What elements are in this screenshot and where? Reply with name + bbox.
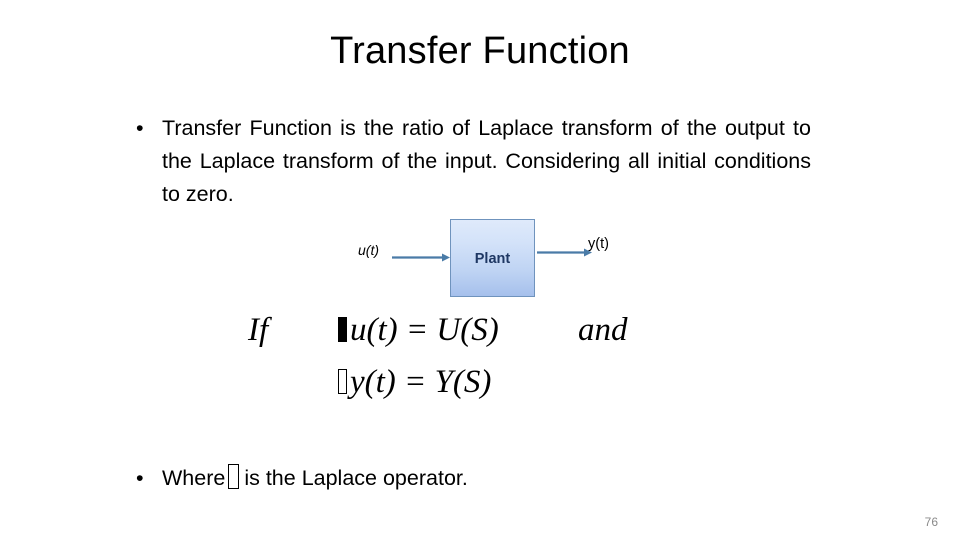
list-item: • Transfer Function is the ratio of Lapl… [131,112,811,211]
equation-prefix-if: If [248,312,269,348]
bullet-text-main: Transfer Function is the ratio of Laplac… [162,116,811,206]
footer-text-after: is the Laplace operator. [244,466,468,490]
laplace-operator-missing-glyph-icon [228,464,240,489]
bullet-marker-icon: • [136,466,144,490]
laplace-operator-missing-glyph-icon [338,369,347,394]
slide-canvas: Transfer Function • Transfer Function is… [0,0,960,540]
footer-content: • Where is the Laplace operator. [131,462,771,495]
page-number: 76 [924,515,938,529]
output-arrow-icon [537,247,592,258]
bullet-marker-icon: • [136,116,144,140]
equation-block: If u(t) = U(S) and y(t) = Y(S) [0,312,960,416]
equation-expression-1-body: u(t) = U(S) [350,312,499,348]
page-title: Transfer Function [330,30,630,72]
equation-expression-1: u(t) = U(S) [338,312,499,349]
plant-block-label: Plant [474,251,511,267]
plant-block: Plant [450,219,535,297]
input-arrow-icon [392,252,450,263]
equation-expression-2: y(t) = Y(S) [338,364,491,401]
equation-expression-2-body: y(t) = Y(S) [350,364,492,400]
equation-line-2: y(t) = Y(S) [0,364,960,416]
block-diagram: u(t) Plant y(t) [330,214,660,310]
laplace-operator-missing-glyph-icon [338,317,347,342]
equation-line-1: If u(t) = U(S) and [0,312,960,364]
footer-bullet-text: Where is the Laplace operator. [162,464,468,490]
list-item: • Where is the Laplace operator. [131,462,771,495]
diagram-output-label: y(t) [588,236,609,252]
body-content: • Transfer Function is the ratio of Lapl… [131,112,811,211]
diagram-input-label: u(t) [358,242,379,258]
equation-conjunction-and: and [578,312,628,348]
footer-text-before: Where [162,466,226,490]
